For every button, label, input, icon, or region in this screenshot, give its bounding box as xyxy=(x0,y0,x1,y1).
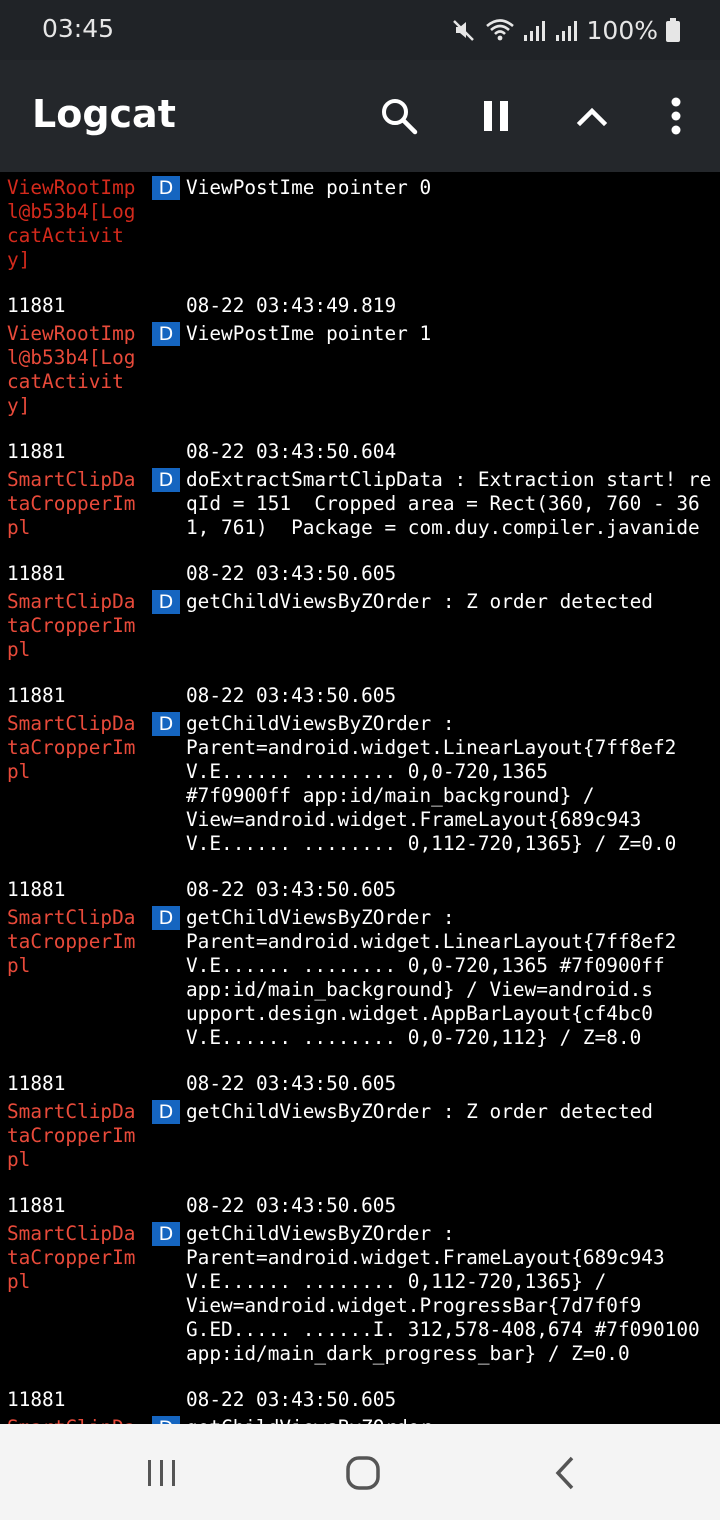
log-message: getChildViewsByZOrder : Parent=android.w… xyxy=(186,1222,700,1365)
more-vert-icon[interactable] xyxy=(648,88,704,144)
log-scroll: 1188108-22 03:43:49.800ViewRootImpl@b53b… xyxy=(0,172,720,1424)
back-icon[interactable] xyxy=(535,1448,595,1498)
log-level-badge: D xyxy=(152,1416,180,1424)
log-level-badge: D xyxy=(152,906,180,930)
log-message: ViewPostIme pointer 0 xyxy=(186,176,432,199)
battery-percent: 100% xyxy=(586,15,658,45)
log-message: getChildViewsByZOrder : Parent=android.w… xyxy=(186,906,677,1049)
log-tag: SmartClipDataCropperImpl xyxy=(7,468,136,539)
log-entry[interactable]: 11881 08-22 03:43:50.604 SmartClipDataCrop… xyxy=(0,440,720,562)
app-bar: Logcat xyxy=(0,60,720,172)
log-level-badge: D xyxy=(152,590,180,614)
log-entry[interactable]: 11881 08-22 03:43:49.819 ViewRootImpl@b53b… xyxy=(0,294,720,440)
log-entry[interactable]: 11881 08-22 03:43:50.605 SmartClipDataCrop… xyxy=(0,562,720,684)
log-tag: SmartClipDataCropperImpl xyxy=(7,590,136,661)
log-pid: 11881 xyxy=(7,440,66,463)
log-entry[interactable]: 1188108-22 03:43:49.800ViewRootImpl@b53b… xyxy=(0,172,720,294)
log-timestamp: 08-22 03:43:49.819 xyxy=(186,294,397,317)
status-time: 03:45 xyxy=(42,14,115,43)
log-timestamp: 08-22 03:43:50.605 xyxy=(186,878,397,901)
log-timestamp: 08-22 03:43:50.605 xyxy=(186,1072,397,1095)
log-entry[interactable]: 11881 08-22 03:43:50.605 SmartClipDataCrop… xyxy=(0,1194,720,1388)
log-level-badge: D xyxy=(152,1100,180,1124)
log-timestamp: 08-22 03:43:50.604 xyxy=(186,440,397,463)
log-pid: 11881 xyxy=(7,1388,66,1411)
log-list[interactable]: 1188108-22 03:43:49.800ViewRootImpl@b53b… xyxy=(0,172,720,1424)
log-entry[interactable]: 11881 08-22 03:43:50.605 SmartClipDataCrop… xyxy=(0,878,720,1072)
log-timestamp: 08-22 03:43:50.605 xyxy=(186,562,397,585)
search-icon[interactable] xyxy=(371,88,427,144)
log-pid: 11881 xyxy=(7,562,66,585)
log-entry[interactable]: 11881 08-22 03:43:50.605 SmartClipDataCrop… xyxy=(0,1072,720,1194)
signal-icon-2 xyxy=(555,18,579,42)
log-pid: 11881 xyxy=(7,684,66,707)
log-level-badge: D xyxy=(152,1222,180,1246)
log-pid: 11881 xyxy=(7,878,66,901)
signal-icon xyxy=(523,18,547,42)
wifi-icon xyxy=(485,17,515,43)
log-message: getChildViewsByZOrder : Z order detected xyxy=(186,1100,653,1123)
log-tag: SmartClipDataCropperImpl xyxy=(7,1222,136,1293)
log-level-badge: D xyxy=(152,322,180,346)
log-message: doExtractSmartClipData : Extraction star… xyxy=(186,468,712,539)
recents-icon[interactable] xyxy=(132,1448,192,1498)
chevron-up-icon[interactable] xyxy=(564,88,620,144)
log-timestamp: 08-22 03:43:50.605 xyxy=(186,1388,397,1411)
log-timestamp: 08-22 03:43:50.605 xyxy=(186,684,397,707)
log-level-badge: D xyxy=(152,468,180,492)
log-level-badge: D xyxy=(152,712,180,736)
log-tag: SmartClipDataCropperImpl xyxy=(0,1416,146,1424)
log-message: getChildViewsByZOrder : Z order detected xyxy=(186,590,653,613)
log-tag: ViewRootImpl@b53b4[LogcatActivity] xyxy=(7,176,136,271)
log-message: ViewPostIme pointer 1 xyxy=(186,322,432,345)
status-icons: 100% xyxy=(451,14,680,46)
log-level-badge: D xyxy=(152,176,180,200)
log-tag: SmartClipDataCropperImpl xyxy=(7,712,136,783)
app-title: Logcat xyxy=(32,92,176,136)
battery-icon xyxy=(666,18,680,42)
log-pid: 11881 xyxy=(7,1072,66,1095)
log-tag: SmartClipDataCropperImpl xyxy=(7,1100,136,1171)
log-entry[interactable]: 11881 08-22 03:43:50.605 SmartClipDataCrop… xyxy=(0,684,720,878)
navigation-bar xyxy=(0,1424,720,1520)
log-tag: SmartClipDataCropperImpl xyxy=(7,906,136,977)
status-bar: 03:45 100% xyxy=(0,0,720,60)
log-message: getChildViewsByZOrder : Parent=android.w… xyxy=(186,712,677,855)
log-message: getChildViewsByZOrder : Parent=android.w… xyxy=(186,1416,720,1424)
log-timestamp: 08-22 03:43:50.605 xyxy=(186,1194,397,1217)
mute-icon xyxy=(451,17,477,43)
home-icon[interactable] xyxy=(333,1448,393,1498)
log-pid: 11881 xyxy=(7,1194,66,1217)
log-entry[interactable]: 11881 08-22 03:43:50.605 SmartClipDataCrop… xyxy=(0,1388,720,1424)
pause-icon[interactable] xyxy=(468,88,524,144)
log-tag: ViewRootImpl@b53b4[LogcatActivity] xyxy=(7,322,136,417)
log-pid: 11881 xyxy=(7,294,66,317)
